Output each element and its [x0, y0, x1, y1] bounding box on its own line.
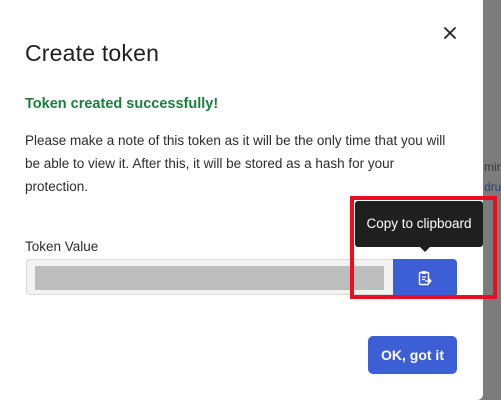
- ok-got-it-button[interactable]: OK, got it: [368, 336, 457, 374]
- clipboard-icon: [418, 271, 432, 286]
- tooltip-arrow: [420, 247, 430, 252]
- background-text: min: [484, 160, 501, 174]
- token-value-label: Token Value: [25, 239, 99, 254]
- token-value-field[interactable]: [26, 259, 394, 295]
- token-note: Please make a note of this token as it w…: [25, 133, 446, 194]
- close-button[interactable]: [440, 23, 460, 43]
- background-link: dru: [484, 180, 501, 194]
- success-message: Token created successfully!: [25, 96, 219, 112]
- copy-to-clipboard-button[interactable]: [393, 259, 457, 297]
- create-token-modal: Create token Token created successfully!…: [0, 0, 483, 400]
- modal-title: Create token: [25, 40, 160, 66]
- token-value-masked: [35, 266, 384, 290]
- copy-tooltip: Copy to clipboard: [355, 201, 483, 247]
- close-icon: [444, 27, 456, 39]
